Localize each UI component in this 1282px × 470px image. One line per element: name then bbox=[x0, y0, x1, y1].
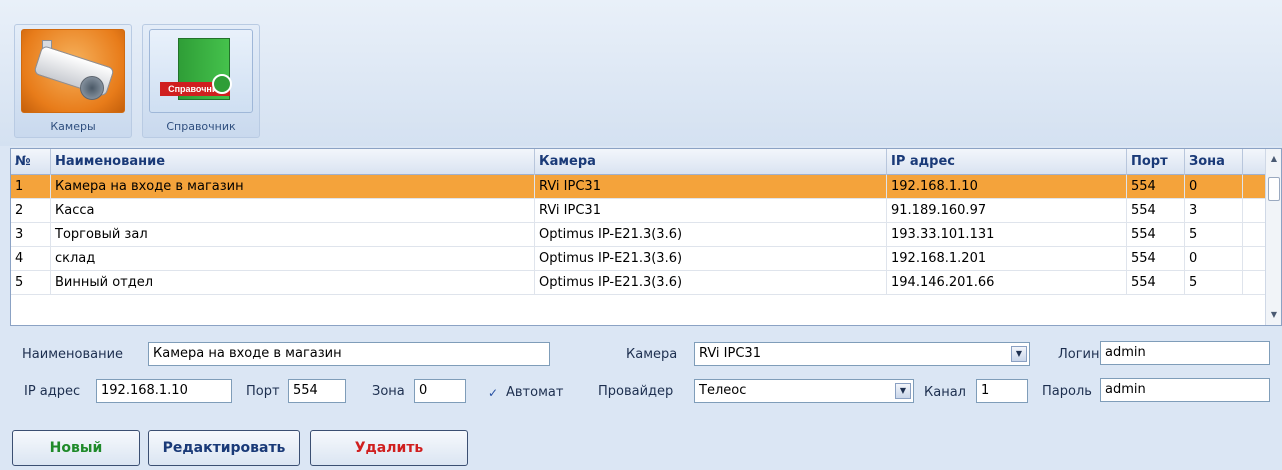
cell-port: 554 bbox=[1127, 223, 1185, 247]
column-header-port[interactable]: Порт bbox=[1127, 149, 1185, 175]
book-directory-icon: Справочник bbox=[149, 29, 253, 113]
cell-port: 554 bbox=[1127, 271, 1185, 295]
cameras-button[interactable]: Камеры bbox=[14, 24, 132, 138]
table-row[interactable]: 2 Касса RVi IPC31 91.189.160.97 554 3 bbox=[11, 199, 1267, 223]
new-button-label: Новый bbox=[49, 440, 103, 456]
cell-name: склад bbox=[51, 247, 535, 271]
column-header-number[interactable]: № bbox=[11, 149, 51, 175]
auto-checkbox[interactable]: ✓ bbox=[488, 386, 502, 400]
cell-camera: Optimus IP-E21.3(3.6) bbox=[535, 271, 887, 295]
login-label: Логин bbox=[1058, 347, 1100, 362]
table-body: 1 Камера на входе в магазин RVi IPC31 19… bbox=[11, 175, 1267, 295]
password-field[interactable]: admin bbox=[1100, 378, 1270, 402]
cell-name: Камера на входе в магазин bbox=[51, 175, 535, 199]
table-row[interactable]: 5 Винный отдел Optimus IP-E21.3(3.6) 194… bbox=[11, 271, 1267, 295]
table-row[interactable]: 3 Торговый зал Optimus IP-E21.3(3.6) 193… bbox=[11, 223, 1267, 247]
security-camera-icon bbox=[21, 29, 125, 113]
password-label: Пароль bbox=[1042, 384, 1092, 399]
directory-button[interactable]: Справочник Справочник bbox=[142, 24, 260, 138]
cell-name: Торговый зал bbox=[51, 223, 535, 247]
camera-label: Камера bbox=[626, 347, 678, 362]
ip-field[interactable]: 192.168.1.10 bbox=[96, 379, 232, 403]
ribbon-toolbar: Камеры Справочник Справочник bbox=[0, 0, 1282, 146]
cell-camera: RVi IPC31 bbox=[535, 199, 887, 223]
cameras-button-label: Камеры bbox=[50, 120, 96, 133]
column-header-zone[interactable]: Зона bbox=[1185, 149, 1243, 175]
zone-label: Зона bbox=[372, 384, 405, 399]
cell-port: 554 bbox=[1127, 247, 1185, 271]
directory-button-label: Справочник bbox=[166, 120, 236, 133]
channel-field[interactable]: 1 bbox=[976, 379, 1028, 403]
cell-camera: RVi IPC31 bbox=[535, 175, 887, 199]
cell-name: Винный отдел bbox=[51, 271, 535, 295]
edit-button[interactable]: Редактировать bbox=[148, 430, 300, 466]
cell-zone: 5 bbox=[1185, 271, 1243, 295]
table-row[interactable]: 4 склад Optimus IP-E21.3(3.6) 192.168.1.… bbox=[11, 247, 1267, 271]
auto-label: Автомат bbox=[506, 385, 564, 400]
provider-select-value: Телеос bbox=[699, 383, 747, 398]
delete-button[interactable]: Удалить bbox=[310, 430, 468, 466]
cell-camera: Optimus IP-E21.3(3.6) bbox=[535, 223, 887, 247]
cell-zone: 3 bbox=[1185, 199, 1243, 223]
cell-number: 2 bbox=[11, 199, 51, 223]
table-row[interactable]: 1 Камера на входе в магазин RVi IPC31 19… bbox=[11, 175, 1267, 199]
cell-number: 4 bbox=[11, 247, 51, 271]
cameras-table: № Наименование Камера IP адрес Порт Зона… bbox=[10, 148, 1282, 326]
table-scrollbar[interactable]: ▲ ▼ bbox=[1265, 149, 1281, 325]
chevron-down-icon[interactable]: ▼ bbox=[1011, 346, 1027, 362]
column-header-name[interactable]: Наименование bbox=[51, 149, 535, 175]
cell-ip: 194.146.201.66 bbox=[887, 271, 1127, 295]
edit-button-label: Редактировать bbox=[162, 440, 286, 456]
ip-label: IP адрес bbox=[24, 384, 81, 399]
cell-port: 554 bbox=[1127, 175, 1185, 199]
cell-number: 1 bbox=[11, 175, 51, 199]
name-label: Наименование bbox=[22, 347, 124, 362]
cell-zone: 0 bbox=[1185, 175, 1243, 199]
column-header-camera[interactable]: Камера bbox=[535, 149, 887, 175]
delete-button-label: Удалить bbox=[354, 440, 424, 456]
cell-number: 3 bbox=[11, 223, 51, 247]
scroll-up-arrow-icon[interactable]: ▲ bbox=[1266, 151, 1281, 167]
cell-zone: 5 bbox=[1185, 223, 1243, 247]
cell-ip: 192.168.1.10 bbox=[887, 175, 1127, 199]
new-button[interactable]: Новый bbox=[12, 430, 140, 466]
cell-zone: 0 bbox=[1185, 247, 1243, 271]
table-header: № Наименование Камера IP адрес Порт Зона bbox=[11, 149, 1273, 175]
port-field[interactable]: 554 bbox=[288, 379, 346, 403]
provider-select[interactable]: Телеос ▼ bbox=[694, 379, 914, 403]
cell-ip: 91.189.160.97 bbox=[887, 199, 1127, 223]
zone-field[interactable]: 0 bbox=[414, 379, 466, 403]
scroll-thumb[interactable] bbox=[1268, 177, 1280, 201]
channel-label: Канал bbox=[924, 385, 966, 400]
chevron-down-icon[interactable]: ▼ bbox=[895, 383, 911, 399]
scroll-down-arrow-icon[interactable]: ▼ bbox=[1266, 307, 1281, 323]
cell-port: 554 bbox=[1127, 199, 1185, 223]
cell-name: Касса bbox=[51, 199, 535, 223]
login-field[interactable]: admin bbox=[1100, 341, 1270, 365]
camera-select-value: RVi IPC31 bbox=[699, 346, 761, 361]
cell-ip: 192.168.1.201 bbox=[887, 247, 1127, 271]
name-field[interactable]: Камера на входе в магазин bbox=[148, 342, 550, 366]
camera-select[interactable]: RVi IPC31 ▼ bbox=[694, 342, 1030, 366]
cell-ip: 193.33.101.131 bbox=[887, 223, 1127, 247]
provider-label: Провайдер bbox=[598, 384, 674, 399]
port-label: Порт bbox=[246, 384, 280, 399]
column-header-ip[interactable]: IP адрес bbox=[887, 149, 1127, 175]
cell-number: 5 bbox=[11, 271, 51, 295]
cell-camera: Optimus IP-E21.3(3.6) bbox=[535, 247, 887, 271]
